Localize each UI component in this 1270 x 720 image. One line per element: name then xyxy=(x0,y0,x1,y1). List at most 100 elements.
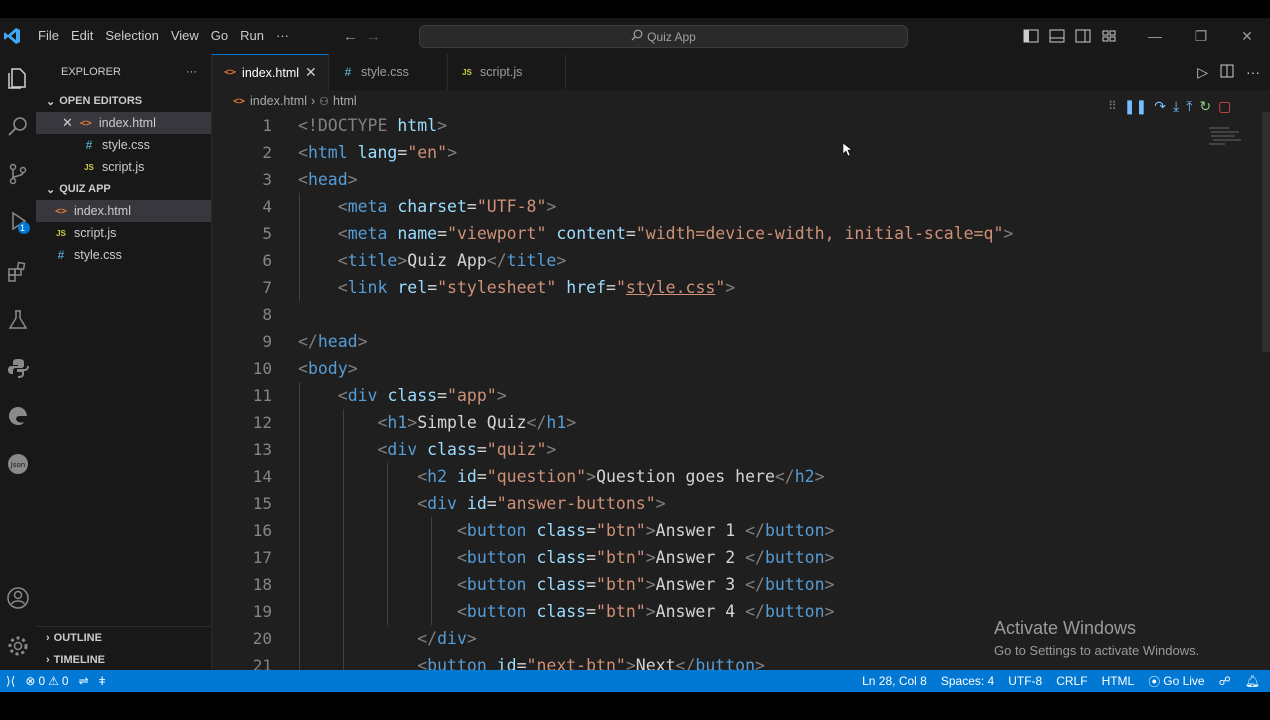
language-mode[interactable]: HTML xyxy=(1102,674,1135,688)
code-editor[interactable]: 1 2 3 4 5 6 7 8 9 10 11 12 13 14 15 16 1… xyxy=(212,112,1270,670)
go-live-button[interactable]: ⦿ Go Live xyxy=(1148,673,1204,690)
file-item[interactable]: JS script.js xyxy=(36,222,211,244)
notifications-bell-icon[interactable]: 🔔︎ xyxy=(1245,674,1260,688)
menu-view[interactable]: View xyxy=(165,18,205,54)
open-editors-section[interactable]: ⌄ OPEN EDITORS xyxy=(36,90,211,112)
command-center-search[interactable]: Quiz App xyxy=(419,25,908,48)
explorer-more-icon[interactable]: ··· xyxy=(186,66,197,78)
line-number: 4 xyxy=(262,197,272,216)
restart-icon[interactable]: ↻ xyxy=(1199,98,1211,115)
edge-browser-icon[interactable] xyxy=(0,396,36,436)
toggle-primary-sidebar-icon[interactable] xyxy=(1018,18,1044,54)
line-number: 21 xyxy=(252,656,272,670)
folder-section[interactable]: ⌄ QUIZ APP xyxy=(36,178,211,200)
menu-more[interactable]: ··· xyxy=(270,18,295,54)
drag-handle-icon[interactable]: ⠿ xyxy=(1108,99,1117,113)
more-actions-icon[interactable]: ··· xyxy=(1246,64,1260,80)
code-line: <!DOCTYPE html> xyxy=(298,116,448,135)
code-line: <title>Quiz App</title> xyxy=(337,251,567,270)
editor-scrollbar[interactable] xyxy=(1262,112,1270,352)
step-into-icon[interactable]: ⤓ xyxy=(1173,98,1179,115)
live-share-icon[interactable]: ⇌ xyxy=(79,674,89,688)
accounts-icon[interactable] xyxy=(0,578,36,618)
indentation[interactable]: Spaces: 4 xyxy=(941,674,994,688)
timeline-section[interactable]: › TIMELINE xyxy=(36,649,211,671)
css-file-icon: # xyxy=(85,138,93,152)
top-letterbox xyxy=(0,0,1270,18)
remote-icon[interactable]: ⟩⟨ xyxy=(6,674,15,688)
cursor-position[interactable]: Ln 28, Col 8 xyxy=(862,674,927,688)
restore-icon[interactable]: ❐ xyxy=(1178,18,1224,54)
minimap[interactable] xyxy=(1205,124,1245,154)
json-icon[interactable]: Json xyxy=(0,444,36,484)
file-item[interactable]: <> index.html xyxy=(36,200,211,222)
code-line: <head> xyxy=(298,170,358,189)
breadcrumb-file[interactable]: index.html xyxy=(250,94,307,108)
customize-layout-icon[interactable] xyxy=(1096,18,1122,54)
line-number: 12 xyxy=(252,413,272,432)
line-number: 14 xyxy=(252,467,272,486)
toggle-secondary-sidebar-icon[interactable] xyxy=(1070,18,1096,54)
menu-go[interactable]: Go xyxy=(205,18,234,54)
html-file-icon: <> xyxy=(224,67,237,78)
python-icon[interactable] xyxy=(0,348,36,388)
minimize-icon[interactable]: — xyxy=(1132,18,1178,54)
testing-flask-icon[interactable] xyxy=(0,300,36,340)
vscode-logo-icon xyxy=(0,18,24,54)
open-editor-item[interactable]: ✕ <> index.html xyxy=(36,112,211,134)
back-arrow-icon[interactable]: ← xyxy=(343,28,358,45)
chevron-down-icon: ⌄ xyxy=(46,183,56,196)
source-control-icon[interactable] xyxy=(0,154,36,194)
menu-selection[interactable]: Selection xyxy=(99,18,164,54)
extensions-icon[interactable] xyxy=(0,252,36,292)
js-file-icon: JS xyxy=(56,228,66,238)
window-controls: — ❐ ✕ xyxy=(1018,18,1270,54)
watermark-subtitle: Go to Settings to activate Windows. xyxy=(994,643,1200,658)
js-file-icon: JS xyxy=(84,162,94,172)
open-editor-item[interactable]: # style.css xyxy=(36,134,211,156)
code-line: <h2 id="question">Question goes here</h2… xyxy=(417,467,825,486)
activity-bar: 1 Json xyxy=(0,54,36,670)
encoding[interactable]: UTF-8 xyxy=(1008,674,1042,688)
line-number: 7 xyxy=(262,278,272,297)
close-tab-icon[interactable]: ✕ xyxy=(305,64,317,81)
run-debug-icon[interactable]: 1 xyxy=(0,202,36,242)
step-out-icon[interactable]: ⤒ xyxy=(1186,98,1192,115)
explorer-icon[interactable] xyxy=(0,58,36,98)
css-file-icon: # xyxy=(344,65,352,79)
debug-toolbar: ⠿ ❚❚ ↷ ⤓ ⤒ ↻ ▢ xyxy=(1102,94,1270,118)
line-number: 8 xyxy=(262,305,272,324)
step-over-icon[interactable]: ↷ xyxy=(1154,98,1166,115)
git-icon[interactable]: ǂ xyxy=(99,674,106,688)
status-bar: ⟩⟨ ⊗ 0 ⚠ 0 ⇌ ǂ Ln 28, Col 8 Spaces: 4 UT… xyxy=(0,670,1270,692)
line-number: 19 xyxy=(252,602,272,621)
toggle-panel-icon[interactable] xyxy=(1044,18,1070,54)
forward-arrow-icon[interactable]: → xyxy=(366,28,381,45)
line-ending[interactable]: CRLF xyxy=(1056,674,1087,688)
explorer-sidebar: EXPLORER ··· ⌄ OPEN EDITORS ✕ <> index.h… xyxy=(36,54,212,670)
menu-run[interactable]: Run xyxy=(234,18,270,54)
search-sidebar-icon[interactable] xyxy=(0,106,36,146)
feedback-icon[interactable]: ☍ xyxy=(1219,674,1231,688)
pause-icon[interactable]: ❚❚ xyxy=(1124,98,1147,115)
file-item[interactable]: # style.css xyxy=(36,244,211,266)
tab-style-css[interactable]: # style.css xyxy=(329,54,448,90)
html-file-icon: <> xyxy=(232,95,246,107)
breadcrumb-symbol[interactable]: html xyxy=(333,94,357,108)
close-icon[interactable]: ✕ xyxy=(62,115,73,131)
line-number: 9 xyxy=(262,332,272,351)
menu-file[interactable]: File xyxy=(32,18,65,54)
problems-indicator[interactable]: ⊗ 0 ⚠ 0 xyxy=(25,674,68,688)
tab-index-html[interactable]: <> index.html ✕ xyxy=(212,54,329,90)
line-number: 2 xyxy=(262,143,272,162)
open-editor-item[interactable]: JS script.js xyxy=(36,156,211,178)
outline-section[interactable]: › OUTLINE xyxy=(36,627,211,649)
split-editor-icon[interactable] xyxy=(1220,64,1234,81)
tab-script-js[interactable]: JS script.js xyxy=(448,54,566,90)
menu-edit[interactable]: Edit xyxy=(65,18,99,54)
mouse-cursor-icon xyxy=(842,142,853,162)
settings-gear-icon[interactable] xyxy=(0,626,36,666)
close-window-icon[interactable]: ✕ xyxy=(1224,18,1270,54)
run-icon[interactable]: ▷ xyxy=(1197,64,1208,81)
stop-icon[interactable]: ▢ xyxy=(1218,98,1231,115)
